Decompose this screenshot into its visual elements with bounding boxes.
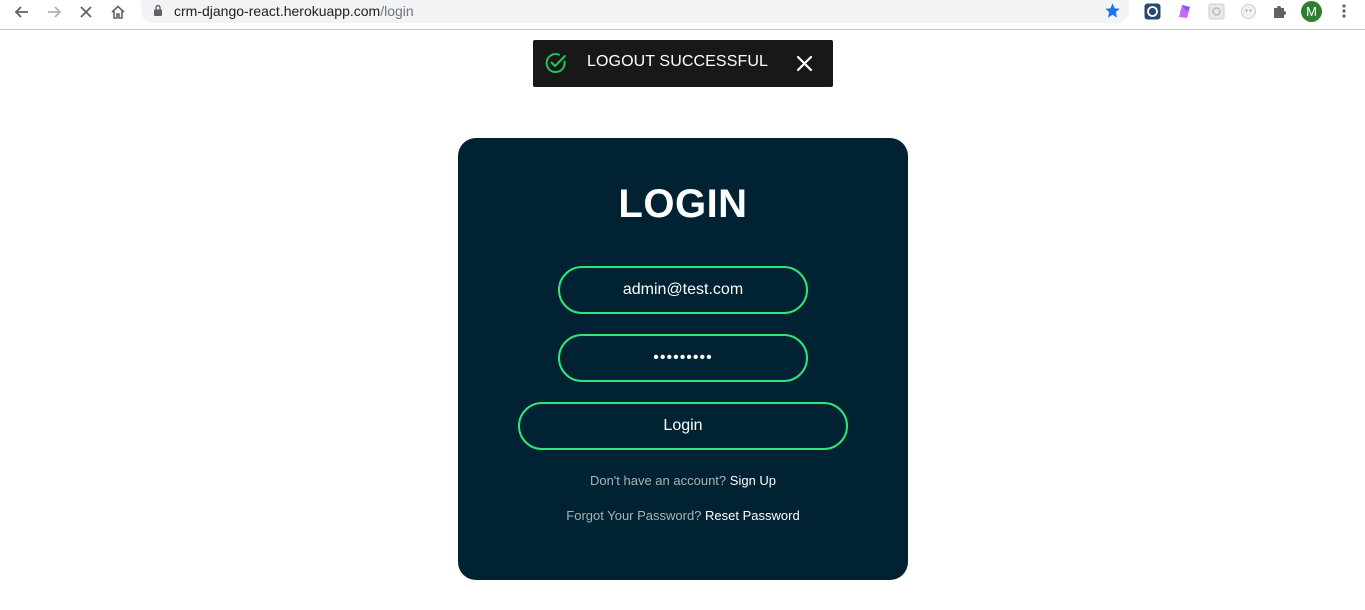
sign-up-link[interactable]: Sign Up [730, 473, 776, 488]
extension-4-icon[interactable] [1239, 2, 1257, 20]
back-button[interactable] [8, 0, 36, 24]
close-icon[interactable] [795, 54, 814, 73]
close-icon [80, 6, 92, 18]
password-field[interactable] [558, 334, 808, 382]
extension-2-icon[interactable] [1175, 2, 1193, 20]
home-button[interactable] [104, 0, 132, 24]
avatar[interactable]: M [1301, 1, 1322, 22]
login-button[interactable]: Login [518, 402, 848, 450]
address-bar[interactable]: crm-django-react.herokuapp.com/login [141, 0, 1129, 23]
url-path: /login [380, 3, 414, 19]
check-circle-icon [545, 53, 566, 74]
kebab-menu-icon[interactable] [1335, 2, 1353, 20]
reset-password-link[interactable]: Reset Password [705, 508, 800, 523]
signup-prompt: Don't have an account? Sign Up [458, 473, 908, 488]
stop-loading-button[interactable] [72, 0, 100, 24]
url-text[interactable]: crm-django-react.herokuapp.com/login [174, 3, 414, 19]
lock-icon [154, 4, 162, 16]
toast-message: LOGOUT SUCCESSFUL [587, 53, 768, 70]
page-title: LOGIN [618, 182, 748, 226]
home-icon [111, 5, 125, 19]
arrow-right-icon [48, 6, 62, 18]
puzzle-icon[interactable] [1271, 2, 1289, 20]
login-card: LOGIN Login Don't have an account? Sign … [458, 138, 908, 580]
extension-3-icon[interactable] [1207, 2, 1225, 20]
reset-prompt: Forgot Your Password? Reset Password [458, 508, 908, 523]
logout-toast: LOGOUT SUCCESSFUL [533, 40, 833, 87]
url-host: crm-django-react.herokuapp.com [174, 3, 381, 19]
email-field[interactable] [558, 266, 808, 314]
forward-button[interactable] [40, 0, 68, 24]
extension-1-icon[interactable] [1143, 2, 1161, 20]
reset-prompt-text: Forgot Your Password? [566, 508, 702, 523]
signup-prompt-text: Don't have an account? [589, 473, 727, 488]
star-icon[interactable] [1104, 2, 1121, 19]
arrow-left-icon [14, 6, 28, 18]
browser-toolbar: crm-django-react.herokuapp.com/login M [0, 0, 1365, 30]
